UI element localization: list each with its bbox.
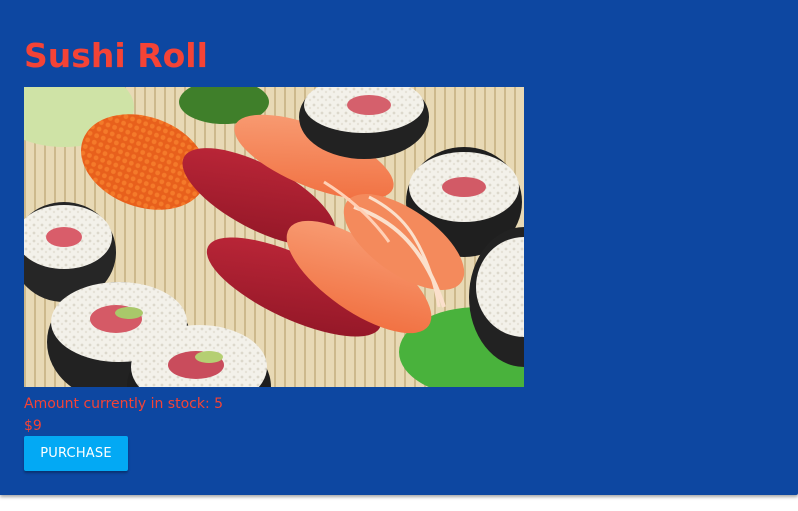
purchase-button[interactable]: PURCHASE	[24, 436, 128, 471]
stock-amount: Amount currently in stock: 5	[24, 396, 224, 412]
product-card: Sushi Roll Amount currently in stock: 5 …	[0, 0, 798, 495]
product-title: Sushi Roll	[24, 36, 208, 75]
product-image	[24, 87, 524, 387]
product-price: $9	[24, 418, 42, 434]
